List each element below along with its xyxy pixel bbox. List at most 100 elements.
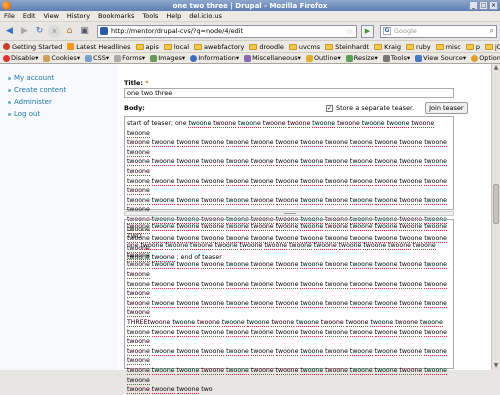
edit-form: Title: * one two three Body: ✓ Store a s… [118, 64, 500, 395]
body-textarea[interactable]: twoone twoone twoone two one twoone twoon… [124, 219, 454, 395]
page-content: My account Create content Administer Log… [0, 64, 500, 395]
bookmark-label: local [173, 42, 190, 51]
bookmark-label: droodle [259, 42, 284, 51]
home-icon[interactable]: ⌂ [63, 25, 76, 38]
back-icon[interactable]: ◀ [3, 25, 16, 38]
bookmark-droodle[interactable]: droodle [249, 43, 284, 51]
forward-icon[interactable]: ▶ [18, 25, 31, 38]
dev-cookies[interactable]: Cookies▾ [43, 54, 80, 62]
url-text: http://mentor/drupal-cvs/?q=node/4/edit [111, 27, 244, 35]
textarea-resize-grip[interactable] [124, 211, 454, 216]
menu-edit[interactable]: Edit [23, 12, 36, 20]
dev-miscellaneous[interactable]: Miscellaneous▾ [244, 54, 301, 62]
scroll-down-icon[interactable]: ▼ [492, 362, 500, 370]
screen-icon[interactable]: ▣ [78, 25, 91, 38]
menu-bookmarks[interactable]: Bookmarks [98, 12, 134, 20]
title-label-text: Title: [124, 79, 144, 87]
options-icon [471, 54, 479, 62]
sidebar-item-my-account[interactable]: My account [8, 72, 118, 84]
bookmark-kraig[interactable]: Kraig [374, 43, 401, 51]
sidebar: My account Create content Administer Log… [0, 64, 118, 370]
text-line: twoone twoone twoone twoone twoone twoon… [127, 366, 447, 385]
bookmark-steinhardt[interactable]: Steinhardt [325, 43, 369, 51]
folder-icon [484, 43, 493, 50]
body-label: Body: [124, 104, 145, 112]
bookmark-misc[interactable]: misc [435, 43, 461, 51]
dev-outline[interactable]: Outline▾ [305, 54, 341, 62]
menu-file[interactable]: File [4, 12, 15, 20]
go-button[interactable]: ▶ [361, 24, 374, 38]
search-box[interactable]: G Google ⌕ [380, 24, 497, 38]
dev-images[interactable]: Images▾ [150, 54, 185, 62]
sidebar-item-log-out[interactable]: Log out [8, 108, 118, 120]
window-titlebar: one two three | Drupal - Mozilla Firefox… [0, 0, 500, 11]
dev-label: Miscellaneous▾ [252, 54, 301, 62]
menu-view[interactable]: View [43, 12, 58, 20]
folder-icon [163, 43, 172, 50]
bookmark-awebfactory[interactable]: awebfactory [194, 43, 244, 51]
menu-tools[interactable]: Tools [142, 12, 158, 20]
bullet-icon [8, 100, 11, 104]
bookmark-label: Steinhardt [335, 42, 370, 51]
bookmark-getting-started[interactable]: Getting Started [3, 43, 62, 51]
teaser-checkbox-label: Store a separate teaser. [336, 104, 415, 112]
scrollbar-thumb[interactable] [493, 184, 499, 224]
maximize-button[interactable]: □ [479, 1, 488, 10]
required-marker: * [145, 79, 149, 87]
dev-tools[interactable]: Tools▾ [382, 54, 410, 62]
folder-icon [405, 43, 414, 50]
scroll-up-icon[interactable]: ▲ [492, 64, 500, 72]
menu-bar: File Edit View History Bookmarks Tools H… [0, 11, 500, 22]
info-icon [190, 54, 198, 62]
bookmark-jquery[interactable]: jQuery [484, 43, 500, 51]
text-line: twoone twoone twoone twoone twoone twoon… [127, 328, 447, 347]
text-line: one twoone twoone twoone twoone twoone t… [127, 242, 436, 260]
bookmark-label: awebfactory [204, 42, 245, 51]
teaser-textarea[interactable]: start of teaser; one twoone twoone twoon… [124, 116, 454, 263]
menu-delicious[interactable]: del.icio.us [189, 12, 222, 20]
text-line: twoone twoone twoone two [127, 386, 213, 395]
menu-history[interactable]: History [67, 12, 90, 20]
url-bar[interactable]: http://mentor/drupal-cvs/?q=node/4/edit … [97, 24, 357, 38]
dev-disable[interactable]: Disable▾ [3, 54, 38, 62]
dev-resize[interactable]: Resize▾ [345, 54, 378, 62]
bookmark-label: Getting Started [12, 42, 63, 51]
tools-icon [382, 54, 390, 62]
magnifier-icon[interactable]: ⌕ [490, 26, 494, 36]
bookmark-latest-headlines[interactable]: Latest Headlines [67, 43, 131, 51]
firefox-icon [2, 1, 11, 10]
bullet-icon [8, 88, 11, 92]
teaser-checkbox[interactable]: ✓ [326, 104, 333, 112]
title-input[interactable]: one two three [124, 88, 454, 98]
dev-css[interactable]: CSS▾ [85, 54, 109, 62]
folder-icon [288, 43, 297, 50]
reload-icon[interactable]: ↻ [33, 25, 46, 38]
dev-information[interactable]: Information▾ [190, 54, 239, 62]
bookmark-uvcms[interactable]: uvcms [288, 43, 320, 51]
sidebar-item-create-content[interactable]: Create content [8, 84, 118, 96]
dev-label: Outline▾ [313, 54, 341, 62]
dev-label: Images▾ [158, 54, 186, 62]
cookie-icon [43, 54, 51, 62]
minimize-button[interactable]: _ [469, 1, 478, 10]
bookmark-p[interactable]: p [465, 43, 480, 51]
google-icon[interactable]: G [383, 27, 391, 35]
close-button[interactable]: × [489, 1, 498, 10]
bookmark-ruby[interactable]: ruby [405, 43, 431, 51]
text-line: twoone twoone twoone twoone twoone twoon… [127, 177, 447, 196]
firefox-bookmark-icon [3, 43, 10, 50]
dev-forms[interactable]: Forms▾ [114, 54, 145, 62]
page-scrollbar[interactable]: ▲ ▼ [491, 64, 500, 370]
dev-view-source[interactable]: View Source▾ [415, 54, 466, 62]
bookmark-apis[interactable]: apis [135, 43, 159, 51]
star-icon[interactable]: ☆ [346, 27, 353, 36]
menu-help[interactable]: Help [166, 12, 181, 20]
join-teaser-button[interactable]: Join teaser [425, 102, 468, 114]
stop-icon[interactable]: ✕ [48, 24, 61, 38]
folder-icon [135, 43, 144, 50]
bookmark-local[interactable]: local [163, 42, 190, 51]
dev-options[interactable]: Options▾ [471, 54, 500, 62]
sidebar-item-label: Administer [14, 98, 52, 106]
sidebar-item-administer[interactable]: Administer [8, 96, 118, 108]
css-icon [85, 54, 93, 62]
